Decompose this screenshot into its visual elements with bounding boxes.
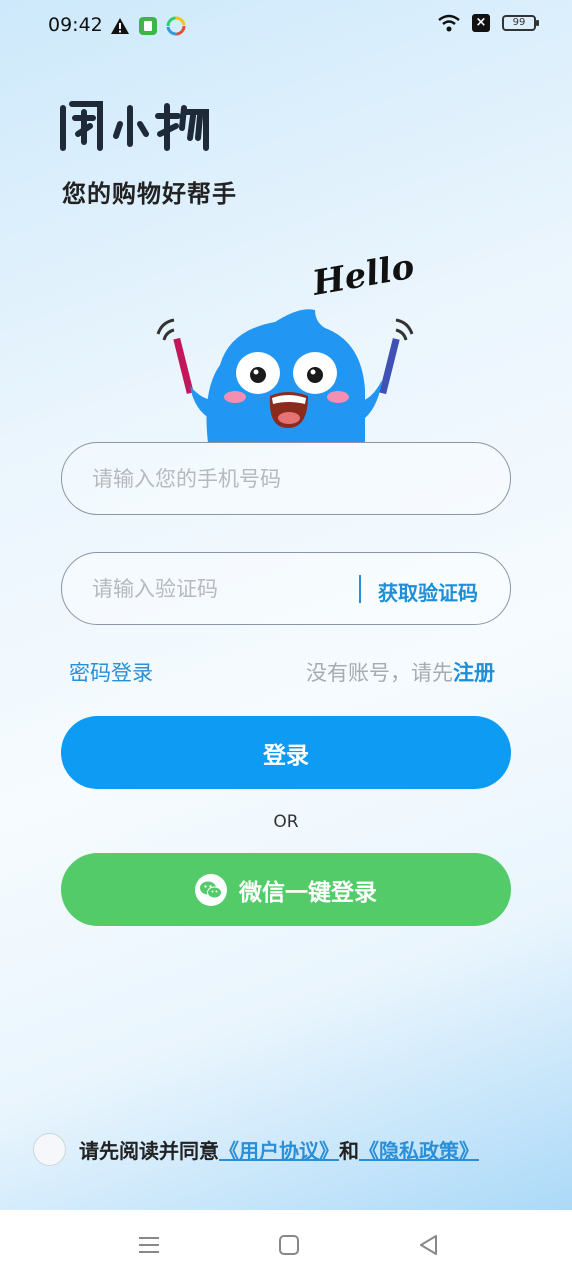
app-logo <box>60 101 209 151</box>
mascot-illustration: Hello <box>156 250 418 443</box>
agreement-row: 请先阅读并同意 《用户协议》 和 《隐私政策》 <box>33 1133 479 1166</box>
mascot-caption: Hello <box>309 250 418 304</box>
phone-input[interactable] <box>92 443 482 514</box>
register-link[interactable]: 注册 <box>453 661 495 685</box>
home-icon[interactable] <box>276 1232 302 1258</box>
system-nav-bar <box>0 1210 572 1280</box>
close-box-icon: × <box>472 14 490 32</box>
password-login-link[interactable]: 密码登录 <box>69 657 153 687</box>
register-hint: 没有账号，请先注册 <box>306 657 495 687</box>
phone-field[interactable] <box>61 442 511 515</box>
code-input[interactable] <box>92 553 352 624</box>
status-bar: 09:42 × 99 <box>0 0 572 52</box>
login-button[interactable]: 登录 <box>61 716 511 789</box>
app-icon <box>139 17 157 35</box>
wechat-login-label: 微信一键登录 <box>239 879 377 906</box>
agreement-prefix: 请先阅读并同意 <box>79 1139 219 1163</box>
back-icon[interactable] <box>416 1232 442 1258</box>
status-time: 09:42 <box>48 14 103 36</box>
user-agreement-link[interactable]: 《用户协议》 <box>219 1135 339 1164</box>
pinwheel-icon <box>166 16 186 36</box>
agreement-and: 和 <box>339 1139 359 1163</box>
wechat-icon <box>195 873 227 906</box>
agreement-checkbox[interactable] <box>33 1133 66 1166</box>
code-field[interactable]: 获取验证码 <box>61 552 511 625</box>
or-divider: OR <box>273 812 299 832</box>
register-hint-text: 没有账号，请先 <box>306 661 453 685</box>
battery-icon: 99 <box>502 15 539 31</box>
code-divider <box>359 575 361 603</box>
wechat-login-button[interactable]: 微信一键登录 <box>61 853 511 926</box>
login-button-label: 登录 <box>263 742 309 769</box>
slogan: 您的购物好帮手 <box>62 180 237 208</box>
menu-icon[interactable] <box>136 1232 162 1258</box>
alert-icon <box>111 18 129 34</box>
privacy-policy-link[interactable]: 《隐私政策》 <box>359 1135 479 1164</box>
wifi-icon <box>438 14 460 32</box>
get-code-button[interactable]: 获取验证码 <box>378 577 478 606</box>
